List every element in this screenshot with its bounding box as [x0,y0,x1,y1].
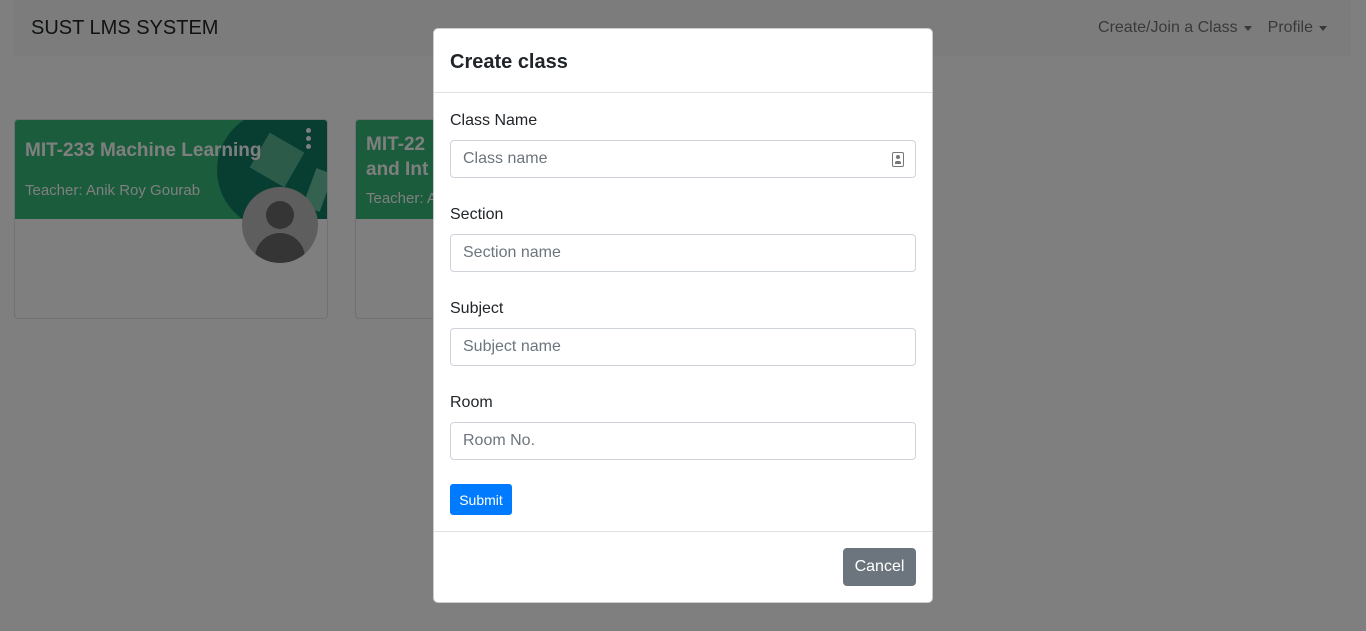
contact-card-icon[interactable] [892,152,904,167]
section-label: Section [450,206,504,223]
cancel-button[interactable]: Cancel [843,548,916,586]
class-name-input[interactable] [451,141,915,177]
room-field-wrapper [450,422,916,460]
modal-title: Create class [450,51,568,73]
create-class-modal: Create class Class Name Section Subject … [433,28,933,603]
modal-footer: Cancel [434,531,932,602]
modal-header: Create class [434,29,932,93]
section-field-wrapper [450,234,916,272]
class-name-label: Class Name [450,112,538,129]
subject-field-wrapper [450,328,916,366]
room-input[interactable] [451,423,915,459]
subject-label: Subject [450,300,504,317]
submit-button[interactable]: Submit [450,484,512,515]
class-name-field-wrapper [450,140,916,178]
section-input[interactable] [451,235,915,271]
room-label: Room [450,394,493,411]
subject-input[interactable] [451,329,915,365]
